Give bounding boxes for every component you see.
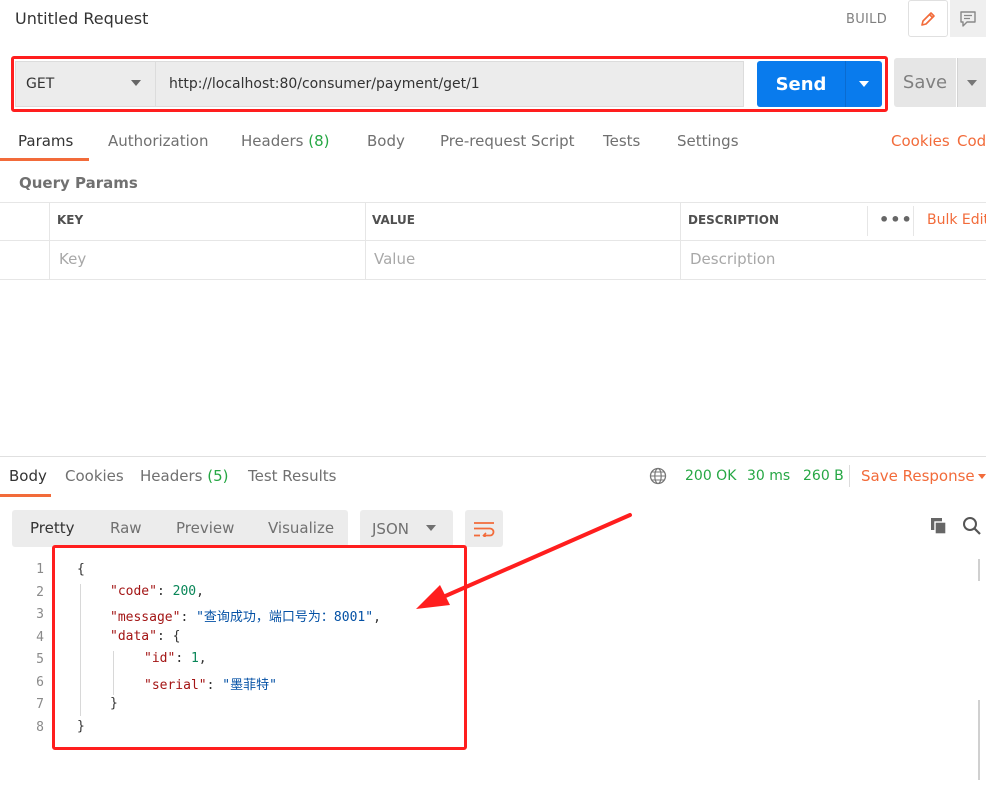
headers-count: (8): [308, 132, 330, 150]
response-tab-test-results[interactable]: Test Results: [248, 467, 336, 485]
column-header-key: KEY: [57, 213, 84, 227]
bulk-edit-link[interactable]: Bulk Edit: [927, 212, 986, 228]
table-divider: [867, 206, 868, 236]
tab-settings[interactable]: Settings: [677, 132, 739, 150]
status-code[interactable]: 200 OK: [685, 468, 736, 484]
active-response-tab-indicator: [0, 494, 51, 497]
line-numbers: 1 2 3 4 5 6 7 8: [24, 562, 44, 742]
table-divider: [913, 206, 914, 236]
edit-pencil-button[interactable]: [908, 0, 948, 37]
description-input[interactable]: Description: [690, 250, 775, 268]
response-time[interactable]: 30 ms: [747, 468, 790, 484]
line-number: 2: [36, 584, 44, 600]
tab-tests[interactable]: Tests: [603, 132, 640, 150]
tab-authorization[interactable]: Authorization: [108, 132, 208, 150]
column-header-value: VALUE: [372, 213, 415, 227]
response-headers-label: Headers: [140, 467, 203, 485]
copy-icon[interactable]: [929, 516, 949, 540]
chevron-down-icon[interactable]: [978, 474, 986, 479]
active-tab-indicator: [0, 158, 89, 161]
view-raw-button[interactable]: Raw: [110, 519, 142, 537]
code-link[interactable]: Code: [957, 132, 986, 150]
line-number: 7: [36, 697, 44, 712]
comment-icon: [960, 10, 976, 27]
line-number: 3: [36, 607, 44, 622]
search-icon[interactable]: [962, 516, 982, 540]
annotation-highlight-url: [11, 56, 888, 112]
response-divider[interactable]: [0, 456, 986, 457]
key-input[interactable]: Key: [59, 250, 86, 268]
separator: [849, 465, 850, 487]
table-border: [0, 240, 986, 241]
line-number: 4: [36, 629, 44, 645]
table-border: [0, 202, 986, 203]
more-options-button[interactable]: •••: [879, 210, 913, 229]
table-divider: [49, 202, 50, 279]
column-header-description: DESCRIPTION: [688, 213, 780, 227]
tab-headers-label: Headers: [241, 132, 304, 150]
annotation-arrow-icon: [416, 513, 632, 609]
response-tab-cookies[interactable]: Cookies: [65, 467, 124, 485]
response-tab-headers[interactable]: Headers (5): [140, 467, 228, 485]
table-border: [0, 279, 986, 280]
cookies-link[interactable]: Cookies: [891, 132, 950, 150]
chevron-down-icon: [967, 79, 977, 86]
save-options-button[interactable]: [957, 58, 986, 107]
response-size[interactable]: 260 B: [803, 468, 844, 484]
value-input[interactable]: Value: [374, 250, 415, 268]
view-preview-button[interactable]: Preview: [176, 519, 234, 537]
line-number: 8: [36, 719, 44, 735]
tab-body[interactable]: Body: [367, 132, 405, 150]
save-response-button[interactable]: Save Response: [861, 467, 975, 485]
tab-pre-request-script[interactable]: Pre-request Script: [440, 132, 575, 150]
pencil-icon: [921, 11, 935, 26]
table-divider: [680, 202, 681, 279]
line-number: 6: [36, 674, 44, 690]
response-tab-body[interactable]: Body: [9, 467, 47, 485]
request-title[interactable]: Untitled Request: [15, 9, 148, 28]
view-pretty-button[interactable]: Pretty: [30, 519, 75, 537]
table-divider: [365, 202, 366, 279]
build-label[interactable]: BUILD: [846, 12, 887, 27]
tab-params[interactable]: Params: [18, 132, 73, 150]
view-visualize-button[interactable]: Visualize: [268, 519, 334, 537]
line-number: 5: [36, 652, 44, 667]
comments-button[interactable]: [950, 0, 986, 37]
globe-icon[interactable]: [649, 467, 667, 489]
line-number: 1: [36, 562, 44, 577]
query-params-title: Query Params: [19, 174, 138, 192]
tab-headers[interactable]: Headers (8): [241, 132, 329, 150]
scrollbar[interactable]: [978, 700, 980, 780]
scrollbar[interactable]: [978, 559, 980, 581]
save-button[interactable]: Save: [894, 58, 956, 107]
response-headers-count: (5): [207, 467, 229, 485]
